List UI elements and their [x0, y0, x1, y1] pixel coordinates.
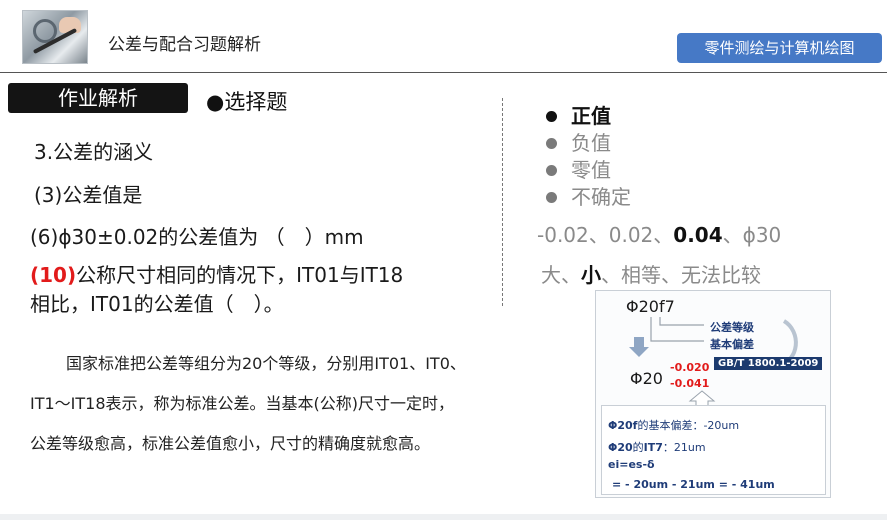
option-uncertain[interactable]: 不确定 [546, 184, 631, 211]
question-6: (6)ϕ30±0.02的公差值为 （ ）mm [30, 225, 364, 249]
choice-a: 大、 [541, 263, 581, 287]
calc-line-1: Φ20f的基本偏差：-20um [608, 419, 740, 432]
question-10: (10)公称尺寸相同的情况下，IT01与IT18 相比，IT01的公差值（ ）。 [30, 261, 403, 319]
course-button[interactable]: 零件测绘与计算机绘图 [677, 33, 882, 63]
section-tab[interactable]: 作业解析 [8, 83, 188, 113]
answer-options: 正值 负值 零值 不确定 [546, 103, 631, 211]
choice-correct: 0.04 [673, 223, 723, 247]
option-label: 不确定 [571, 185, 631, 209]
choice-b: 0.02、 [608, 223, 674, 247]
bullet-icon [546, 165, 557, 176]
question-heading: 3.公差的涵义 [34, 140, 154, 164]
option-label: 零值 [571, 158, 611, 182]
column-divider [502, 98, 503, 306]
option-label: 负值 [571, 131, 611, 155]
standard-badge: GB/T 1800.1-2009 [714, 357, 823, 370]
upper-deviation: -0.020 [670, 361, 710, 374]
bottom-bar [0, 514, 887, 520]
bullet-icon [546, 138, 557, 149]
deviation-label: 基本偏差 [710, 338, 754, 351]
bullet-icon [546, 111, 557, 122]
option-negative[interactable]: 负值 [546, 130, 631, 157]
choice-d: 、ϕ30 [722, 223, 782, 247]
option-label: 正值 [571, 104, 611, 128]
calc-line-3: ei=es-δ [608, 458, 655, 471]
calc-line-2: Φ20的IT7：21um [608, 441, 706, 454]
tolerance-diagram: Φ20f7 公差等级 基本偏差 GB/T 1800.1-2009 Φ20 -0.… [595, 290, 831, 498]
header-title: 公差与配合习题解析 [108, 35, 261, 55]
explanation-paragraph: 国家标准把公差等组分为20个等级，分别用IT01、IT0、 IT1～IT18表示… [30, 344, 575, 464]
explanation-line-1: 国家标准把公差等组分为20个等级，分别用IT01、IT0、 [66, 354, 466, 373]
lower-deviation: -0.041 [670, 377, 710, 390]
choice-rest: 、相等、无法比较 [601, 263, 761, 287]
header-thumbnail-image [22, 10, 88, 64]
calc-line-4: = - 20um - 21um = - 41um [612, 478, 775, 491]
question-10-line2: 相比，IT01的公差值（ ）。 [30, 292, 284, 316]
answer-choices-q6: -0.02、0.02、0.04、ϕ30 [537, 219, 781, 248]
base-size: Φ20 [630, 369, 663, 388]
question-3: (3)公差值是 [34, 183, 143, 207]
option-zero[interactable]: 零值 [546, 157, 631, 184]
question-10-line1: 公称尺寸相同的情况下，IT01与IT18 [76, 263, 404, 287]
question-10-number: (10) [30, 263, 77, 287]
explanation-line-3: 公差等级愈高，标准公差值愈小，尺寸的精确度就愈高。 [30, 434, 431, 453]
explanation-line-2: IT1～IT18表示，称为标准公差。当基本(公称)尺寸一定时， [30, 394, 455, 413]
answer-choices-q10: 大、小、相等、无法比较 [541, 259, 761, 288]
choice-a: -0.02、 [537, 223, 609, 247]
bullet-icon [546, 192, 557, 203]
header-divider [0, 72, 887, 73]
question-type-label: ●选择题 [206, 90, 288, 114]
option-positive[interactable]: 正值 [546, 103, 631, 130]
calculation-box: Φ20f的基本偏差：-20um Φ20的IT7：21um ei=es-δ = -… [601, 405, 826, 495]
grade-label: 公差等级 [710, 321, 754, 334]
choice-correct: 小 [581, 263, 601, 287]
